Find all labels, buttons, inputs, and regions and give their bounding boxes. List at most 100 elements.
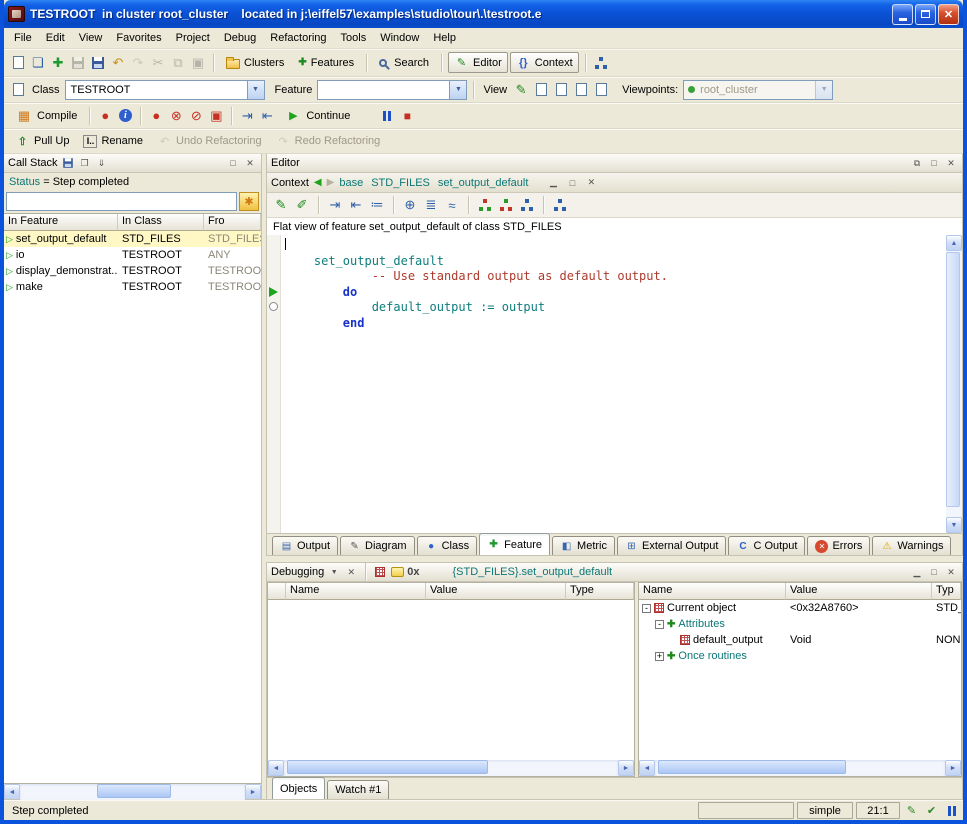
column-header-in-class[interactable]: In Class bbox=[118, 214, 204, 231]
tab-external-output[interactable]: ⊞External Output bbox=[617, 536, 726, 555]
compile-button[interactable]: ▦ Compile bbox=[9, 104, 83, 128]
descendants-icon[interactable] bbox=[497, 196, 515, 214]
undo-icon[interactable]: ↶ bbox=[109, 54, 127, 72]
call-stack-window-icon[interactable]: ❐ bbox=[78, 157, 92, 170]
editor-float-icon[interactable]: ⧉ bbox=[910, 157, 924, 170]
callers-icon[interactable]: ⇥ bbox=[326, 196, 344, 214]
tree-expander-icon[interactable]: - bbox=[642, 604, 651, 613]
history-back-icon[interactable]: ◀ bbox=[314, 177, 322, 188]
column-header-in-feature[interactable]: In Feature bbox=[4, 214, 118, 231]
code-line[interactable]: end bbox=[285, 316, 942, 332]
stop-icon[interactable]: ■ bbox=[398, 107, 416, 125]
minimize-button[interactable] bbox=[892, 4, 913, 25]
scroll-left-icon[interactable]: ◄ bbox=[4, 784, 20, 800]
call-stack-close-icon[interactable]: ✕ bbox=[243, 157, 257, 170]
object-tree-row[interactable]: +✚Once routines bbox=[639, 648, 961, 664]
step-into-icon[interactable]: ⇤ bbox=[258, 107, 276, 125]
breakpoints-disable-icon[interactable]: ⊗ bbox=[167, 107, 185, 125]
code-line[interactable] bbox=[285, 238, 942, 254]
continue-button[interactable]: ▶ Continue bbox=[278, 104, 356, 128]
scrollbar-track[interactable] bbox=[284, 760, 618, 776]
objects-column-typ[interactable]: Typ bbox=[932, 583, 961, 600]
watch-column-Type[interactable]: Type bbox=[566, 583, 634, 600]
code-line[interactable]: -- Use standard output as default output… bbox=[285, 269, 942, 285]
code-editor[interactable]: set_output_default -- Use standard outpu… bbox=[281, 235, 946, 533]
breakpoints-enable-icon[interactable]: ● bbox=[147, 107, 165, 125]
menu-help[interactable]: Help bbox=[426, 29, 463, 47]
editor-view-button[interactable]: ✎ bbox=[512, 81, 530, 99]
debugging-maximize-icon[interactable]: □ bbox=[927, 566, 941, 579]
breadcrumb-item-0[interactable]: base bbox=[339, 177, 363, 189]
open-file-icon[interactable]: ❏ bbox=[29, 54, 47, 72]
tree-view-icon[interactable] bbox=[551, 196, 569, 214]
scrollbar-track[interactable] bbox=[20, 784, 245, 800]
editor-gutter[interactable] bbox=[267, 235, 281, 533]
objects-column-value[interactable]: Value bbox=[786, 583, 932, 600]
editor-view-icon[interactable]: ✎ bbox=[512, 81, 530, 99]
scrollbar-thumb[interactable] bbox=[287, 760, 487, 774]
assigners-icon[interactable]: ≔ bbox=[368, 196, 386, 214]
tab-output[interactable]: ▤Output bbox=[272, 536, 338, 555]
new-feature-icon[interactable]: ✐ bbox=[293, 196, 311, 214]
call-stack-row[interactable]: ▷ioTESTROOTANY bbox=[4, 247, 261, 263]
flat-view-button[interactable] bbox=[572, 81, 590, 99]
tab-warnings[interactable]: ⚠Warnings bbox=[872, 536, 951, 555]
call-stack-row[interactable]: ▷display_demonstrat...TESTROOTTESTROOT bbox=[4, 263, 261, 279]
interface-view-icon[interactable] bbox=[592, 81, 610, 99]
clickable-view-button[interactable] bbox=[552, 81, 570, 99]
implementers-icon[interactable]: ≣ bbox=[422, 196, 440, 214]
creators-icon[interactable]: ⊕ bbox=[401, 196, 419, 214]
scrollbar-thumb[interactable] bbox=[946, 252, 960, 507]
tab-diagram[interactable]: ✎Diagram bbox=[340, 536, 415, 555]
scroll-left-icon[interactable]: ◄ bbox=[639, 760, 655, 776]
pull-up-button[interactable]: ⇧ Pull Up bbox=[9, 131, 75, 152]
discover-melt-icon[interactable]: ● bbox=[96, 107, 114, 125]
editor-close-icon[interactable]: ✕ bbox=[944, 157, 958, 170]
breakpoints-remove-icon[interactable]: ⊘ bbox=[187, 107, 205, 125]
tab-feature[interactable]: ✚Feature bbox=[479, 533, 550, 555]
scroll-right-icon[interactable]: ► bbox=[945, 760, 961, 776]
context-close-icon[interactable]: ✕ bbox=[584, 176, 598, 189]
callees-icon[interactable]: ⇤ bbox=[347, 196, 365, 214]
clickable-view-icon[interactable] bbox=[552, 81, 570, 99]
refresh-stack-button[interactable]: ✱ bbox=[239, 192, 259, 211]
scrollbar-thumb[interactable] bbox=[97, 784, 171, 798]
call-stack-row[interactable]: ▷set_output_defaultSTD_FILESSTD_FILES bbox=[4, 231, 261, 247]
code-line[interactable]: do bbox=[285, 285, 942, 301]
maximize-button[interactable] bbox=[915, 4, 936, 25]
call-stack-horizontal-scrollbar[interactable]: ◄ ► bbox=[4, 784, 261, 800]
code-line[interactable]: set_output_default bbox=[285, 254, 942, 270]
class-combobox-arrow-icon[interactable]: ▼ bbox=[247, 81, 264, 99]
scrollbar-track[interactable] bbox=[655, 760, 945, 776]
class-combobox[interactable]: TESTROOT ▼ bbox=[65, 80, 265, 100]
basic-text-view-button[interactable] bbox=[532, 81, 550, 99]
ancestors-icon[interactable] bbox=[476, 196, 494, 214]
viewpoints-combobox[interactable]: root_cluster ▼ bbox=[683, 80, 833, 100]
tab-metric[interactable]: ◧Metric bbox=[552, 536, 615, 555]
pause-icon[interactable] bbox=[378, 107, 396, 125]
features-button[interactable]: ✚ Features bbox=[292, 54, 360, 72]
edit-feature-icon[interactable]: ✎ bbox=[272, 196, 290, 214]
search-button[interactable]: Search bbox=[373, 54, 435, 72]
interface-view-button[interactable] bbox=[592, 81, 610, 99]
scroll-up-icon[interactable]: ▲ bbox=[946, 235, 962, 251]
code-line[interactable]: default_output := output bbox=[285, 300, 942, 316]
tab-c-output[interactable]: CC Output bbox=[728, 536, 805, 555]
call-stack-maximize-icon[interactable]: □ bbox=[226, 157, 240, 170]
scrollbar-track[interactable] bbox=[946, 251, 962, 517]
save-all-icon[interactable] bbox=[89, 54, 107, 72]
step-over-icon[interactable]: ⇥ bbox=[238, 107, 256, 125]
flat-view-icon[interactable] bbox=[572, 81, 590, 99]
menu-project[interactable]: Project bbox=[169, 29, 217, 47]
add-item-icon[interactable]: ✚ bbox=[49, 54, 67, 72]
menu-favorites[interactable]: Favorites bbox=[109, 29, 168, 47]
feature-combobox-arrow-icon[interactable]: ▼ bbox=[449, 81, 466, 99]
context-tool-button[interactable]: {} Context bbox=[510, 52, 579, 73]
menu-file[interactable]: File bbox=[7, 29, 39, 47]
tree-expander-icon[interactable]: + bbox=[655, 652, 664, 661]
hex-format-button[interactable]: 0x bbox=[407, 566, 419, 578]
breakpoints-show-icon[interactable]: ▣ bbox=[207, 107, 225, 125]
scroll-right-icon[interactable]: ► bbox=[245, 784, 261, 800]
save-call-stack-icon[interactable] bbox=[61, 157, 75, 170]
system-info-icon[interactable]: i bbox=[116, 107, 134, 125]
